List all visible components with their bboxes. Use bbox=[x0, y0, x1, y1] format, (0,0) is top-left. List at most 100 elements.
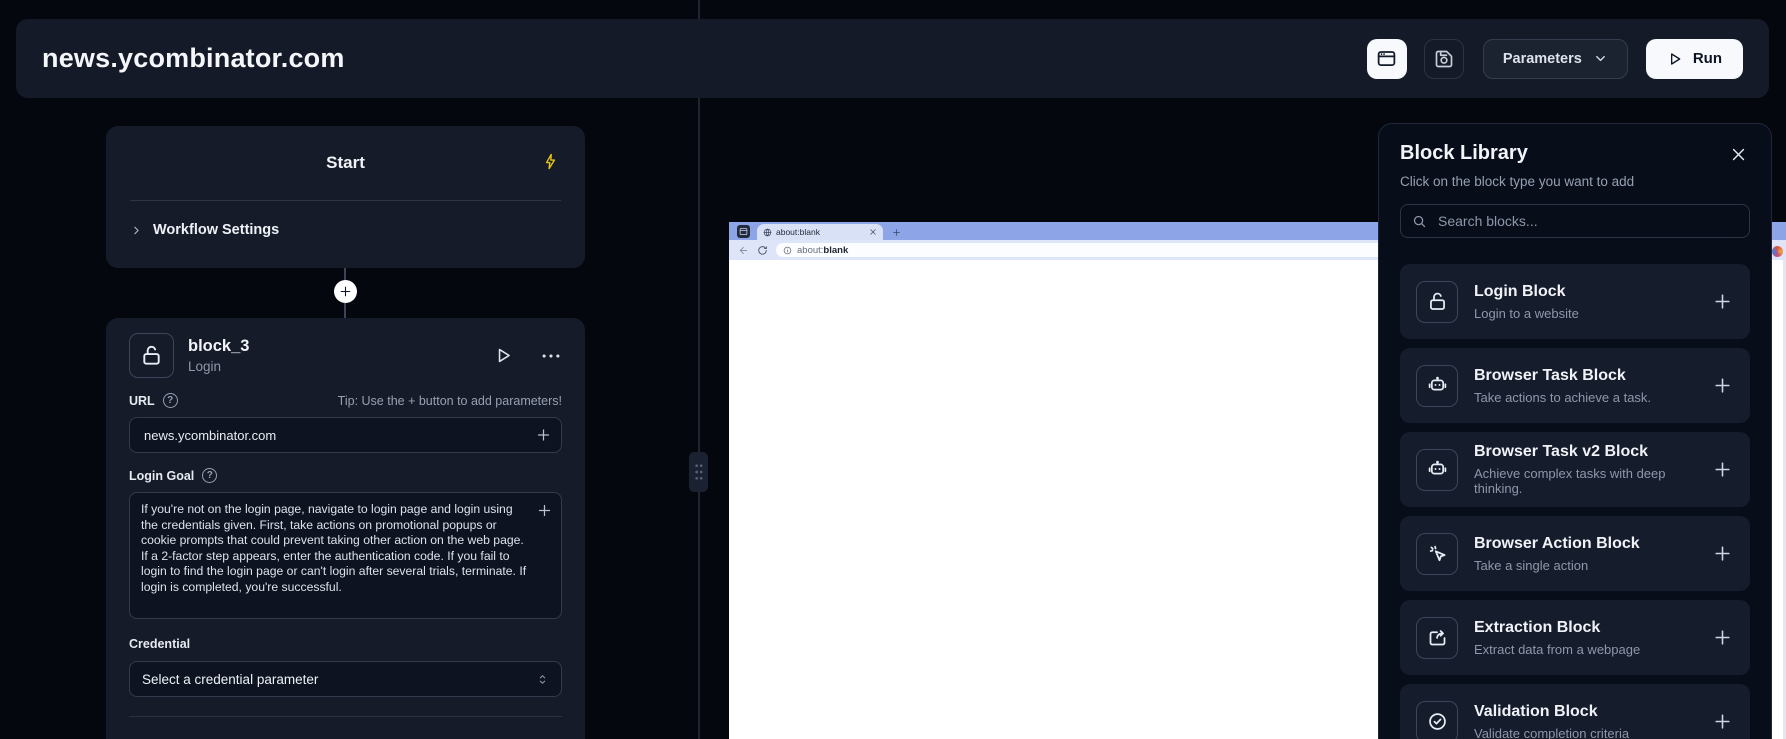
login-goal-textarea[interactable]: If you're not on the login page, navigat… bbox=[129, 492, 562, 619]
globe-icon bbox=[763, 228, 772, 237]
url-help-icon[interactable]: ? bbox=[163, 393, 178, 408]
credential-label: Credential bbox=[129, 637, 562, 651]
chevron-down-icon bbox=[1593, 51, 1608, 66]
add-block-button[interactable] bbox=[1713, 460, 1732, 479]
block-name: block_3 bbox=[188, 337, 249, 356]
search-input[interactable] bbox=[1436, 212, 1738, 230]
add-parameter-button[interactable] bbox=[536, 428, 551, 443]
add-block-button[interactable] bbox=[1713, 628, 1732, 647]
play-block-icon[interactable] bbox=[494, 346, 513, 365]
login-goal-help-icon[interactable]: ? bbox=[202, 468, 217, 483]
new-tab-button[interactable] bbox=[892, 228, 901, 237]
save-button[interactable] bbox=[1424, 39, 1464, 79]
more-menu-icon[interactable] bbox=[540, 345, 562, 367]
chevrons-up-down-icon bbox=[536, 673, 549, 686]
plus-icon bbox=[1713, 460, 1732, 479]
login-goal-label: Login Goal bbox=[129, 469, 194, 483]
close-icon[interactable] bbox=[1730, 146, 1747, 163]
panel-resize-handle[interactable] bbox=[689, 452, 708, 492]
lightning-icon bbox=[542, 153, 559, 170]
url-input-wrap bbox=[129, 417, 562, 453]
item-text: Validation Block Validate completion cri… bbox=[1474, 703, 1629, 739]
add-parameter-button[interactable] bbox=[537, 503, 552, 518]
plus-icon bbox=[892, 228, 901, 237]
run-button[interactable]: Run bbox=[1646, 39, 1743, 79]
plus-icon bbox=[1713, 628, 1732, 647]
add-block-button[interactable] bbox=[1713, 376, 1732, 395]
play-icon bbox=[1667, 51, 1683, 67]
credential-select-value: Select a credential parameter bbox=[142, 672, 318, 687]
item-title: Browser Action Block bbox=[1474, 535, 1640, 553]
parameters-button[interactable]: Parameters bbox=[1483, 39, 1628, 79]
window-icon bbox=[739, 227, 748, 236]
workflow-settings-toggle[interactable]: Workflow Settings bbox=[130, 222, 279, 238]
item-desc: Take a single action bbox=[1474, 558, 1640, 573]
url-row: URL ? Tip: Use the + button to add param… bbox=[129, 393, 562, 408]
chevron-right-icon bbox=[130, 224, 143, 237]
grip-dots-icon bbox=[694, 461, 703, 483]
login-goal-wrap: If you're not on the login page, navigat… bbox=[129, 492, 562, 619]
credential-select[interactable]: Select a credential parameter bbox=[129, 661, 562, 697]
block-list: Login Block Login to a website Browser T… bbox=[1400, 264, 1750, 739]
block-type: Login bbox=[188, 359, 249, 374]
plus-icon bbox=[1713, 544, 1732, 563]
info-icon bbox=[783, 246, 792, 255]
block-actions bbox=[494, 345, 562, 367]
library-item-login[interactable]: Login Block Login to a website bbox=[1400, 264, 1750, 339]
search-box bbox=[1400, 204, 1750, 238]
browser-window-icon bbox=[1376, 48, 1397, 69]
robot-icon bbox=[1416, 365, 1458, 407]
parameters-tip: Tip: Use the + button to add parameters! bbox=[338, 394, 562, 408]
refresh-icon[interactable] bbox=[757, 245, 768, 256]
tab-title: about:blank bbox=[776, 227, 865, 237]
library-item-validation[interactable]: Validation Block Validate completion cri… bbox=[1400, 684, 1750, 739]
item-title: Validation Block bbox=[1474, 703, 1629, 721]
header-bar: news.ycombinator.com Parameters Run bbox=[16, 19, 1769, 98]
url-input[interactable] bbox=[142, 427, 527, 444]
add-block-connector-button[interactable] bbox=[334, 280, 357, 303]
item-title: Browser Task v2 Block bbox=[1474, 443, 1697, 461]
item-title: Login Block bbox=[1474, 283, 1579, 301]
unlock-icon bbox=[129, 333, 174, 378]
browser-view-button[interactable] bbox=[1367, 39, 1407, 79]
browser-tab[interactable]: about:blank bbox=[757, 224, 883, 240]
library-item-browser-task[interactable]: Browser Task Block Take actions to achie… bbox=[1400, 348, 1750, 423]
search-icon bbox=[1412, 214, 1427, 229]
plus-icon bbox=[1713, 292, 1732, 311]
canvas-panel-divider bbox=[698, 0, 700, 739]
block-library-panel: Block Library Click on the block type yo… bbox=[1378, 123, 1772, 739]
panel-title: Block Library bbox=[1400, 142, 1750, 165]
back-icon[interactable] bbox=[738, 245, 749, 256]
cursor-click-icon bbox=[1416, 533, 1458, 575]
tab-close-icon[interactable] bbox=[869, 228, 877, 236]
block-titles: block_3 Login bbox=[188, 337, 249, 374]
unlock-icon bbox=[1416, 281, 1458, 323]
workflow-settings-label: Workflow Settings bbox=[153, 222, 279, 238]
library-item-extraction[interactable]: Extraction Block Extract data from a web… bbox=[1400, 600, 1750, 675]
robot-icon bbox=[1416, 449, 1458, 491]
start-card-divider bbox=[130, 200, 561, 201]
panel-subtitle: Click on the block type you want to add bbox=[1400, 174, 1750, 189]
add-block-button[interactable] bbox=[1713, 544, 1732, 563]
add-block-button[interactable] bbox=[1713, 712, 1732, 731]
extract-icon bbox=[1416, 617, 1458, 659]
tab-search-button[interactable] bbox=[737, 225, 750, 238]
header-actions: Parameters Run bbox=[1367, 39, 1743, 79]
url-label: URL bbox=[129, 394, 155, 408]
address-text: about:blank bbox=[797, 245, 848, 256]
plus-icon bbox=[537, 503, 552, 518]
login-block-card[interactable]: block_3 Login URL ? Tip: Use the + butto… bbox=[106, 318, 585, 739]
add-block-button[interactable] bbox=[1713, 292, 1732, 311]
item-desc: Login to a website bbox=[1474, 306, 1579, 321]
login-goal-row: Login Goal ? bbox=[129, 468, 562, 483]
library-item-browser-action[interactable]: Browser Action Block Take a single actio… bbox=[1400, 516, 1750, 591]
block-divider bbox=[129, 716, 562, 717]
item-title: Browser Task Block bbox=[1474, 367, 1651, 385]
parameters-label: Parameters bbox=[1503, 51, 1582, 67]
profile-avatar[interactable] bbox=[1772, 246, 1783, 257]
start-block-card[interactable]: Start Workflow Settings bbox=[106, 126, 585, 268]
plus-icon bbox=[1713, 376, 1732, 395]
run-label: Run bbox=[1693, 50, 1722, 67]
workflow-builder-app: about:blank about:blank news.ycombinator… bbox=[0, 0, 1786, 739]
library-item-browser-task-v2[interactable]: Browser Task v2 Block Achieve complex ta… bbox=[1400, 432, 1750, 507]
